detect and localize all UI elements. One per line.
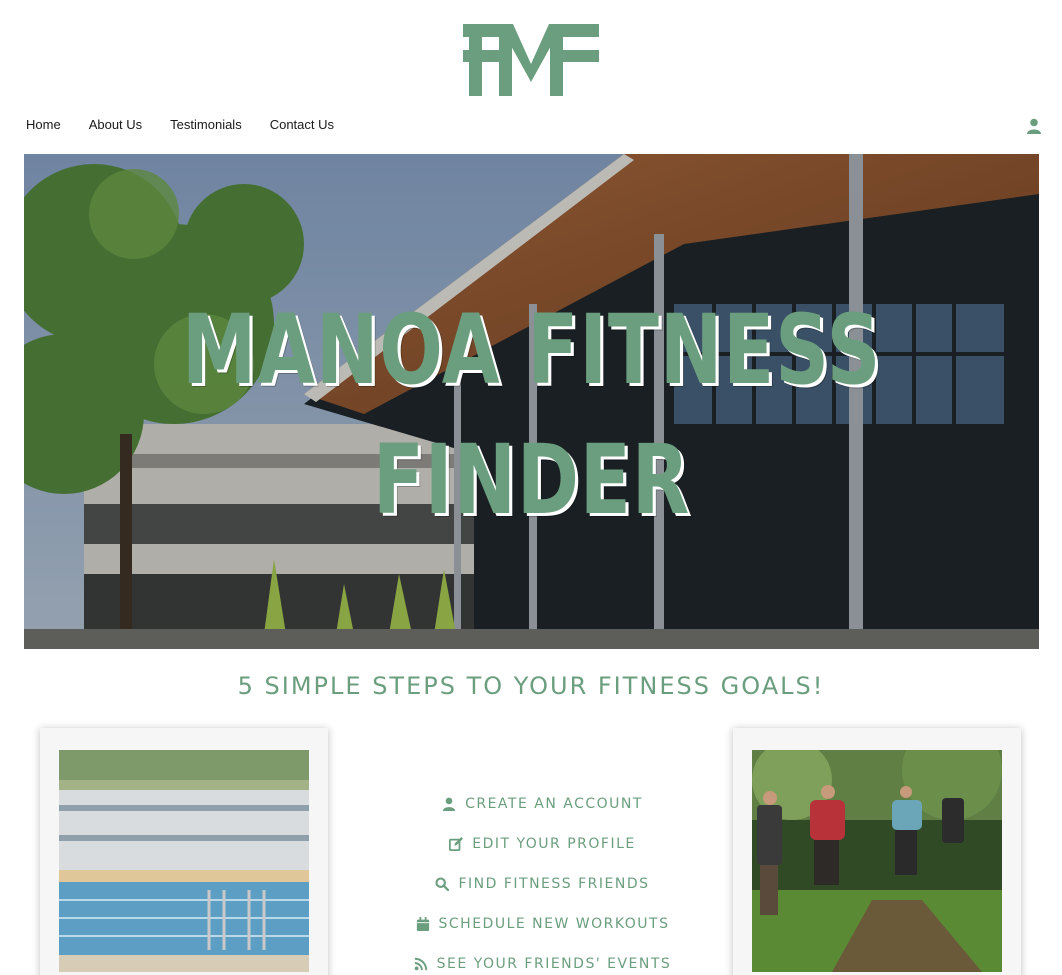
pool-photo-card <box>40 728 328 975</box>
user-icon[interactable] <box>1026 118 1042 134</box>
nav-testimonials[interactable]: Testimonials <box>170 117 242 132</box>
main-nav: Home About Us Testimonials Contact Us <box>26 117 362 132</box>
step-label: EDIT YOUR PROFILE <box>472 836 636 852</box>
edit-icon <box>449 837 464 851</box>
step-schedule-workouts[interactable]: SCHEDULE NEW WORKOUTS <box>380 904 705 944</box>
hero-banner: MANOA FITNESS FINDER <box>24 154 1039 649</box>
step-label: FIND FITNESS FRIENDS <box>458 876 650 892</box>
step-create-account[interactable]: CREATE AN ACCOUNT <box>380 784 705 824</box>
nav-about-us[interactable]: About Us <box>89 117 142 132</box>
user-icon <box>442 797 456 811</box>
nav-home[interactable]: Home <box>26 117 61 132</box>
hero-title-line2: FINDER <box>372 424 691 536</box>
step-edit-profile[interactable]: EDIT YOUR PROFILE <box>380 824 705 864</box>
pool-photo <box>59 750 309 972</box>
nav-contact-us[interactable]: Contact Us <box>270 117 334 132</box>
step-label: SEE YOUR FRIENDS' EVENTS <box>436 956 672 972</box>
step-label: CREATE AN ACCOUNT <box>465 796 643 812</box>
step-see-events[interactable]: SEE YOUR FRIENDS' EVENTS <box>380 944 705 975</box>
hiking-photo <box>752 750 1002 972</box>
step-find-friends[interactable]: FIND FITNESS FRIENDS <box>380 864 705 904</box>
rss-icon <box>414 957 427 971</box>
hero-title-line1: MANOA FITNESS <box>181 294 882 406</box>
search-icon <box>435 877 450 891</box>
calendar-icon <box>416 917 429 931</box>
hiking-photo-card <box>733 728 1021 975</box>
step-label: SCHEDULE NEW WORKOUTS <box>438 916 670 932</box>
steps-heading: 5 SIMPLE STEPS TO YOUR FITNESS GOALS! <box>237 672 825 700</box>
steps-list: CREATE AN ACCOUNT EDIT YOUR PROFILE FIND… <box>380 784 705 975</box>
fmf-logo-icon[interactable] <box>463 24 599 96</box>
